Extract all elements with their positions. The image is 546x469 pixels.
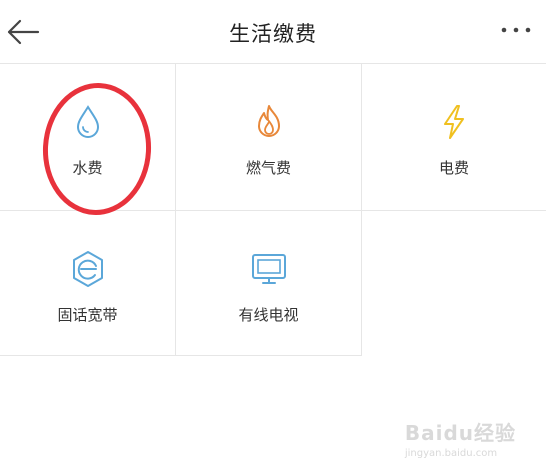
lightning-icon xyxy=(444,105,464,139)
watermark: Baidu经验 jingyan.baidu.com xyxy=(405,417,516,459)
page-title: 生活缴费 xyxy=(229,22,317,46)
flame-icon xyxy=(257,105,280,137)
service-label: 固话宽带 xyxy=(57,306,118,324)
service-electricity[interactable]: 电费 xyxy=(362,64,546,210)
top-bar: 生活缴费 xyxy=(0,0,546,64)
service-label: 水费 xyxy=(72,159,103,177)
service-broadband[interactable]: 固话宽带 xyxy=(0,211,175,355)
broadband-e-icon xyxy=(72,251,103,287)
water-drop-icon xyxy=(76,105,99,138)
service-label: 有线电视 xyxy=(238,306,299,324)
service-label: 燃气费 xyxy=(245,159,291,177)
service-gas[interactable]: 燃气费 xyxy=(176,64,361,210)
service-water[interactable]: 水费 xyxy=(0,64,175,210)
watermark-text: Baidu经验 xyxy=(404,421,516,445)
tv-icon xyxy=(251,254,286,284)
grid-divider xyxy=(0,355,362,356)
watermark-sub: jingyan.baidu.com xyxy=(404,448,498,459)
service-cable-tv[interactable]: 有线电视 xyxy=(176,211,361,355)
service-label: 电费 xyxy=(438,159,469,177)
more-dots-icon xyxy=(501,27,531,33)
more-button[interactable] xyxy=(500,22,532,36)
